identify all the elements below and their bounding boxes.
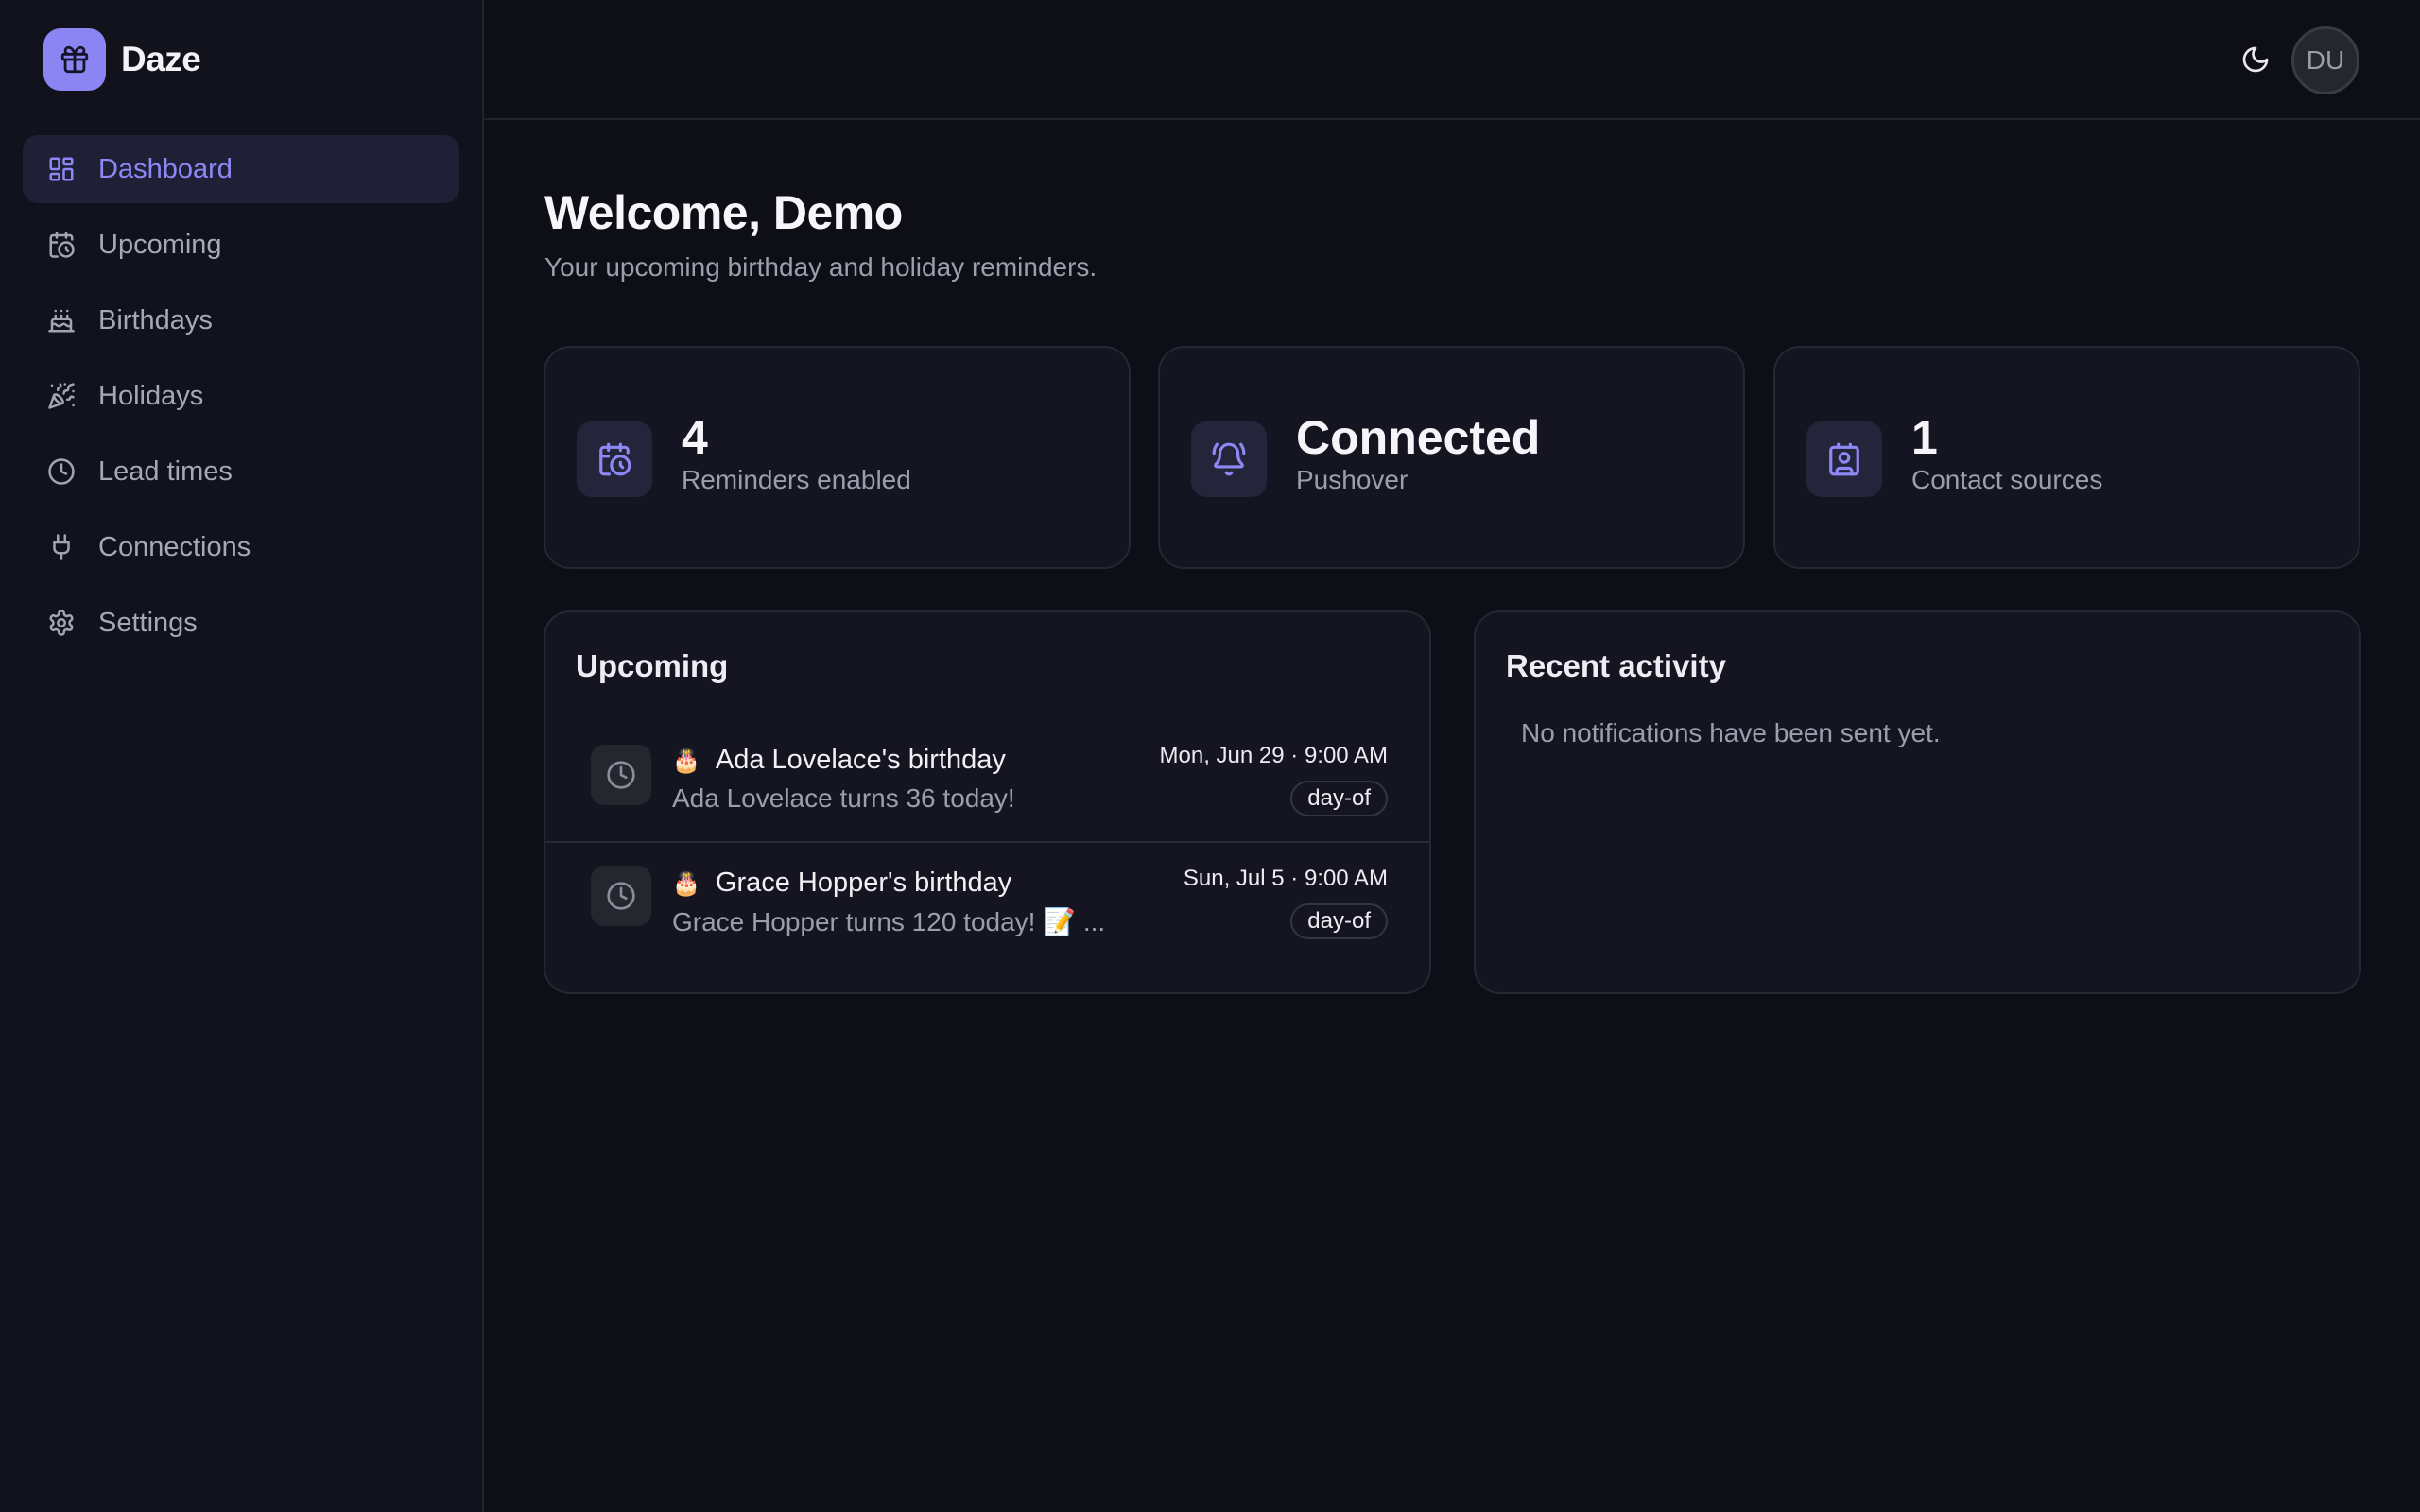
app-name: Daze bbox=[121, 40, 201, 78]
top-header: DU bbox=[484, 0, 2420, 120]
sidebar-item-holidays[interactable]: Holidays bbox=[23, 362, 459, 430]
calendar-clock-icon bbox=[577, 421, 652, 497]
brand[interactable]: Daze bbox=[43, 28, 201, 91]
cake-emoji: 🎂 bbox=[672, 871, 700, 897]
event-date: Sun, Jul 5 · 9:00 AM bbox=[1183, 866, 1388, 891]
sidebar-item-settings[interactable]: Settings bbox=[23, 589, 459, 657]
list-item[interactable]: 🎂 Grace Hopper's birthday Grace Hopper tu… bbox=[545, 841, 1429, 962]
stat-card-contact-sources: 1 Contact sources bbox=[1773, 346, 2360, 569]
stat-value: 4 bbox=[682, 411, 708, 464]
event-subtitle: Grace Hopper turns 120 today! 📝 ... bbox=[672, 907, 1106, 936]
page-subtitle: Your upcoming birthday and holiday remin… bbox=[544, 252, 1098, 282]
list-item[interactable]: 🎂 Ada Lovelace's birthday Ada Lovelace tu… bbox=[545, 724, 1429, 845]
bell-ring-icon bbox=[1191, 421, 1267, 497]
stat-label: Reminders enabled bbox=[682, 465, 911, 494]
sidebar-item-label: Dashboard bbox=[98, 153, 233, 184]
party-popper-icon bbox=[45, 380, 78, 412]
sidebar-item-lead-times[interactable]: Lead times bbox=[23, 438, 459, 506]
stat-value: Connected bbox=[1296, 411, 1541, 464]
sidebar-item-label: Upcoming bbox=[98, 229, 222, 260]
dashboard-grid-icon bbox=[45, 153, 78, 185]
stat-label: Contact sources bbox=[1911, 465, 2103, 494]
event-title-text: Grace Hopper's birthday bbox=[715, 868, 1012, 898]
cake-emoji: 🎂 bbox=[672, 748, 700, 774]
sidebar-item-upcoming[interactable]: Upcoming bbox=[23, 211, 459, 279]
sidebar-item-connections[interactable]: Connections bbox=[23, 513, 459, 581]
stat-label: Pushover bbox=[1296, 465, 1409, 494]
sidebar-item-label: Connections bbox=[98, 531, 251, 562]
lead-time-badge: day-of bbox=[1290, 903, 1388, 939]
sidebar: Daze Dashboard Upcoming Birthdays Holida… bbox=[0, 0, 484, 1512]
upcoming-panel: Upcoming 🎂 Ada Lovelace's birthday Ada Lo… bbox=[544, 610, 1431, 994]
sidebar-item-label: Lead times bbox=[98, 455, 233, 487]
panel-title: Recent activity bbox=[1506, 648, 1726, 683]
contact-icon bbox=[1806, 421, 1882, 497]
app-root: Daze Dashboard Upcoming Birthdays Holida… bbox=[0, 0, 2420, 1512]
calendar-clock-icon bbox=[45, 229, 78, 261]
sidebar-item-label: Settings bbox=[98, 607, 198, 638]
event-date: Mon, Jun 29 · 9:00 AM bbox=[1159, 743, 1388, 768]
stat-card-pushover: Connected Pushover bbox=[1158, 346, 1745, 569]
cake-icon bbox=[45, 304, 78, 336]
clock-icon bbox=[45, 455, 78, 488]
event-subtitle: Ada Lovelace turns 36 today! bbox=[672, 783, 1015, 813]
avatar[interactable]: DU bbox=[2291, 26, 2360, 94]
gift-icon bbox=[43, 28, 106, 91]
sidebar-item-label: Holidays bbox=[98, 380, 204, 411]
gear-icon bbox=[45, 607, 78, 639]
event-title-text: Ada Lovelace's birthday bbox=[715, 745, 1006, 775]
clock-icon bbox=[591, 866, 651, 926]
sidebar-item-dashboard[interactable]: Dashboard bbox=[23, 135, 459, 203]
lead-time-badge: day-of bbox=[1290, 781, 1388, 816]
page-title: Welcome, Demo bbox=[544, 186, 903, 239]
clock-icon bbox=[591, 745, 651, 805]
moon-icon[interactable] bbox=[2236, 40, 2275, 79]
stat-value: 1 bbox=[1911, 411, 1938, 464]
event-title: 🎂 Ada Lovelace's birthday bbox=[672, 745, 1006, 776]
sidebar-item-birthdays[interactable]: Birthdays bbox=[23, 286, 459, 354]
empty-state-text: No notifications have been sent yet. bbox=[1521, 718, 1941, 747]
panel-title: Upcoming bbox=[576, 648, 729, 683]
event-title: 🎂 Grace Hopper's birthday bbox=[672, 868, 1011, 899]
stat-card-reminders: 4 Reminders enabled bbox=[544, 346, 1131, 569]
sidebar-item-label: Birthdays bbox=[98, 304, 213, 335]
plug-icon bbox=[45, 531, 78, 563]
sidebar-nav: Dashboard Upcoming Birthdays Holidays Le… bbox=[23, 135, 459, 664]
recent-activity-panel: Recent activity No notifications have be… bbox=[1474, 610, 2361, 994]
